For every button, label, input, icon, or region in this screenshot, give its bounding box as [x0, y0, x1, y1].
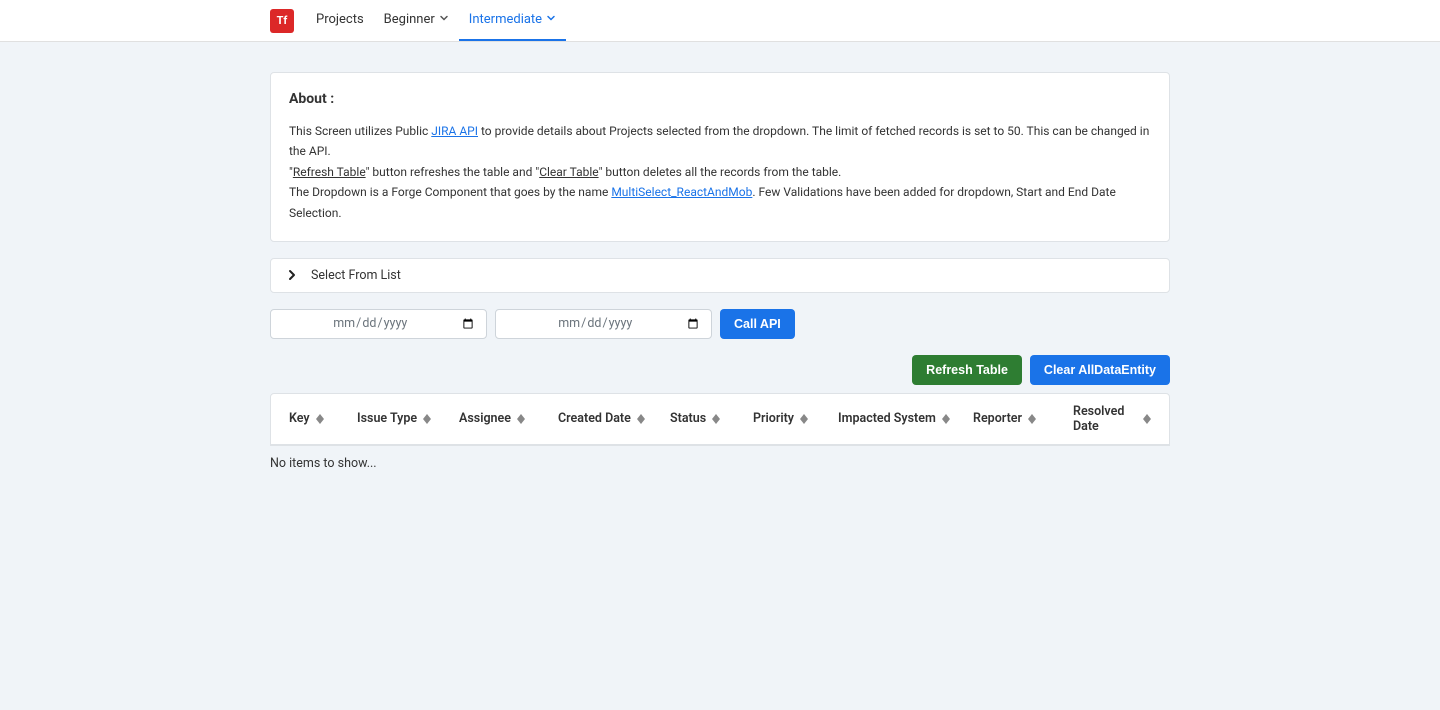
column-header-priority[interactable]: Priority: [753, 404, 838, 434]
column-header-key[interactable]: Key: [289, 404, 357, 434]
about-title: About :: [289, 91, 1151, 107]
about-text-part: The Dropdown is a Forge Component that g…: [289, 185, 611, 199]
column-label: Resolved Date: [1073, 404, 1137, 434]
column-header-assignee[interactable]: Assignee: [459, 404, 558, 434]
sort-icon: [637, 414, 645, 424]
nav-intermediate[interactable]: Intermediate: [459, 0, 566, 41]
nav-projects[interactable]: Projects: [306, 0, 374, 41]
column-label: Reporter: [973, 411, 1022, 426]
sort-icon: [942, 414, 950, 424]
sort-icon: [800, 414, 808, 424]
column-label: Created Date: [558, 411, 631, 426]
sort-icon: [712, 414, 720, 424]
jira-api-link[interactable]: JIRA API: [431, 124, 478, 138]
data-table: Key Issue Type Assignee Created Date Sta…: [270, 393, 1170, 446]
start-date-input[interactable]: [270, 309, 487, 339]
column-header-status[interactable]: Status: [670, 404, 753, 434]
sort-icon: [316, 414, 324, 424]
column-header-created-date[interactable]: Created Date: [558, 404, 670, 434]
sort-icon: [423, 414, 431, 424]
multiselect-link[interactable]: MultiSelect_ReactAndMob: [611, 185, 752, 199]
app-logo: Tf: [270, 9, 294, 33]
chevron-down-icon: [439, 12, 449, 27]
select-from-list-dropdown[interactable]: Select From List: [270, 258, 1170, 293]
about-text-part: This Screen utilizes Public: [289, 124, 431, 138]
controls-row: Call API: [270, 309, 1170, 339]
about-text-part: " button deletes all the records from th…: [599, 165, 842, 179]
clear-all-data-button[interactable]: Clear AllDataEntity: [1030, 355, 1170, 385]
column-label: Status: [670, 411, 706, 426]
select-label: Select From List: [311, 268, 401, 283]
call-api-button[interactable]: Call API: [720, 309, 795, 339]
nav-beginner[interactable]: Beginner: [374, 0, 459, 41]
refresh-table-button[interactable]: Refresh Table: [912, 355, 1022, 385]
column-header-resolved-date[interactable]: Resolved Date: [1073, 404, 1151, 434]
about-text-part: " button refreshes the table and ": [366, 165, 540, 179]
column-header-issue-type[interactable]: Issue Type: [357, 404, 459, 434]
column-label: Impacted System: [838, 411, 936, 426]
about-text: This Screen utilizes Public JIRA API to …: [289, 121, 1151, 223]
column-header-impacted-system[interactable]: Impacted System: [838, 404, 973, 434]
column-label: Priority: [753, 411, 794, 426]
column-label: Key: [289, 411, 310, 426]
refresh-table-mention: Refresh Table: [293, 165, 366, 179]
column-label: Assignee: [459, 411, 511, 426]
column-label: Issue Type: [357, 411, 417, 426]
table-header: Key Issue Type Assignee Created Date Sta…: [271, 394, 1169, 445]
sort-icon: [1143, 414, 1151, 424]
nav-label: Beginner: [384, 12, 435, 27]
clear-table-mention: Clear Table: [539, 165, 598, 179]
sort-icon: [1028, 414, 1036, 424]
table-empty-message: No items to show...: [270, 446, 1170, 481]
top-nav: Tf Projects Beginner Intermediate: [0, 0, 1440, 42]
chevron-right-icon: [285, 268, 299, 282]
end-date-input[interactable]: [495, 309, 712, 339]
about-card: About : This Screen utilizes Public JIRA…: [270, 72, 1170, 242]
chevron-down-icon: [546, 12, 556, 27]
column-header-reporter[interactable]: Reporter: [973, 404, 1073, 434]
nav-label: Intermediate: [469, 12, 542, 27]
sort-icon: [517, 414, 525, 424]
table-actions: Refresh Table Clear AllDataEntity: [270, 355, 1170, 385]
nav-label: Projects: [316, 12, 364, 27]
